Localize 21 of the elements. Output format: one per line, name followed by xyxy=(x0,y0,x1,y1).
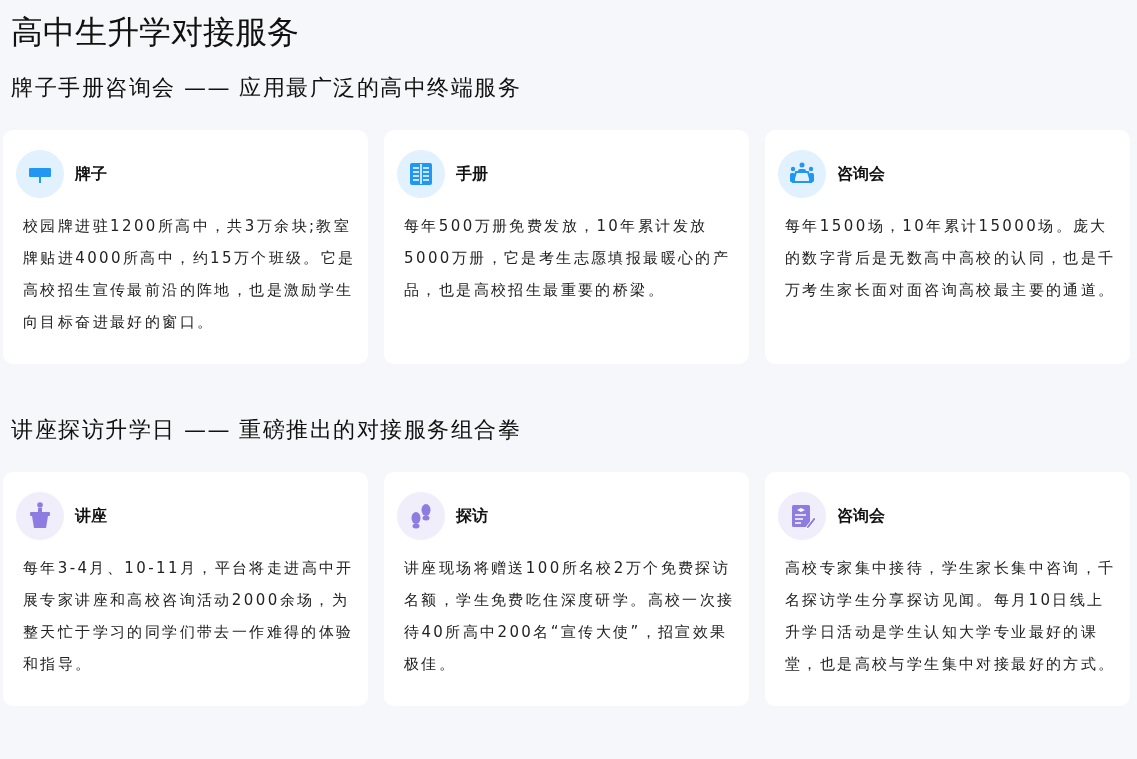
card-description: 每年3-4月、10-11月，平台将走进高中开展专家讲座和高校咨询活动2000余场，为整天忙于学习的同学们带去一作难得的体验和指导。 xyxy=(23,558,355,675)
card-description: 讲座现场将赠送100所名校2万个免费探访名额，学生免费吃住深度研学。高校一次接待40所高中200名“宣传大使”，招宣效果极佳。 xyxy=(404,558,736,675)
sign-icon xyxy=(16,150,64,198)
card-title: 牌子 xyxy=(75,163,107,185)
page-title: 高中生升学对接服务 xyxy=(11,12,300,53)
card-description: 每年500万册免费发放，10年累计发放5000万册，它是考生志愿填报最暖心的产品，也是高校招生最重要的桥梁。 xyxy=(404,216,732,301)
card-title: 讲座 xyxy=(75,505,107,527)
card-description: 校园牌进驻1200所高中，共3万余块;教室牌贴进4000所高中，约15万个班级。它是高校招生宣传最前沿的阵地，也是激励学生向目标奋进最好的窗口。 xyxy=(23,216,357,333)
card-description: 高校专家集中接待，学生家长集中咨询，千名探访学生分享探访见闻。每月10日线上升学日活动是学生认知大学专业最好的课堂，也是高校与学生集中对接最好的方式。 xyxy=(785,558,1117,675)
booklet-icon xyxy=(397,150,445,198)
card-title: 咨询会 xyxy=(837,163,885,185)
footprints-icon xyxy=(397,492,445,540)
card-description: 每年1500场，10年累计15000场。庞大的数字背后是无数高中高校的认同，也是千万考生家长面对面咨询高校最主要的通道。 xyxy=(785,216,1117,301)
certificate-icon xyxy=(778,492,826,540)
section-heading: 讲座探访升学日 —— 重磅推出的对接服务组合拳 xyxy=(11,416,523,444)
podium-icon xyxy=(16,492,64,540)
section-heading: 牌子手册咨询会 —— 应用最广泛的高中终端服务 xyxy=(11,74,523,102)
meeting-icon xyxy=(778,150,826,198)
card-title: 咨询会 xyxy=(837,505,885,527)
card-title: 手册 xyxy=(456,163,488,185)
card-title: 探访 xyxy=(456,505,488,527)
